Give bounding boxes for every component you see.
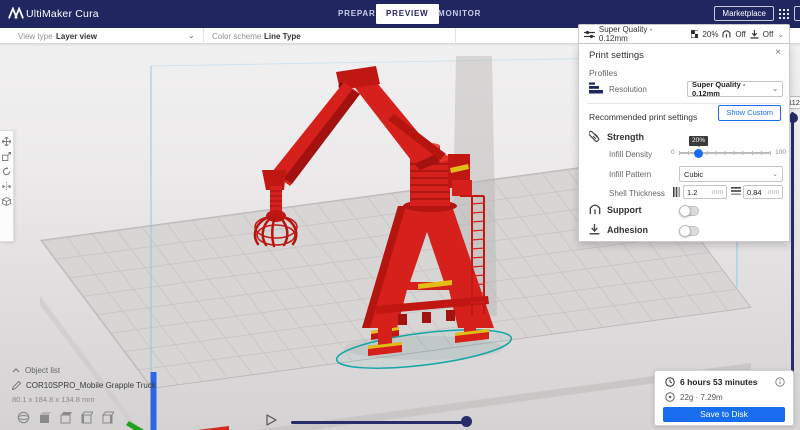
view-front-button[interactable] — [37, 410, 52, 425]
top-bottom-thickness-input[interactable]: 0.84 mm — [743, 185, 783, 199]
color-scheme-dropdown[interactable]: Line Type — [264, 32, 301, 41]
infill-pattern-label: Infill Pattern — [609, 170, 652, 179]
print-settings-summary-button[interactable]: Super Quality - 0.12mm 20% Off Off ⌄ — [578, 24, 790, 44]
simulation-slider-handle[interactable] — [461, 416, 472, 427]
strength-screw-icon — [589, 130, 600, 142]
object-list-toggle[interactable]: Object list — [12, 366, 156, 375]
model-dimensions: 80.1 x 184.8 x 134.8 mm — [12, 395, 95, 404]
play-button[interactable] — [264, 413, 278, 427]
mirror-tool-icon[interactable] — [2, 182, 11, 191]
summary-adhesion: Off — [762, 29, 774, 39]
recommended-label: Recommended print settings — [589, 112, 698, 122]
show-custom-button[interactable]: Show Custom — [718, 105, 781, 121]
adhesion-section-label: Adhesion — [607, 225, 649, 235]
chevron-up-icon — [12, 368, 20, 373]
support-toggle[interactable] — [679, 205, 699, 217]
move-tool-icon[interactable] — [2, 137, 11, 146]
view-type-label: View type — [18, 32, 53, 41]
infill-icon — [690, 30, 699, 38]
model-tools-strip — [0, 130, 14, 242]
slider-min-label: 0 — [671, 149, 675, 156]
view-right-button[interactable] — [100, 410, 115, 425]
x-axis-indicator — [197, 426, 229, 430]
view-3d-button[interactable] — [16, 410, 31, 425]
save-to-disk-button[interactable]: Save to Disk — [663, 407, 785, 422]
resolution-dropdown[interactable]: Super Quality - 0.12mm ⌄ — [687, 80, 783, 98]
scale-tool-icon[interactable] — [2, 152, 11, 161]
model-name: COR10SPRO_Mobile Grapple Truck — [26, 381, 156, 390]
wall-thickness-input[interactable]: 1.2 mm — [683, 185, 727, 199]
resolution-layers-icon — [589, 82, 603, 94]
print-job-panel: 6 hours 53 minutes 22g · 7.29m Save to D… — [654, 370, 794, 426]
wall-thickness-icon — [673, 187, 680, 197]
slider-handle[interactable] — [694, 148, 703, 158]
sign-in-button[interactable]: Sign in — [794, 6, 800, 21]
adhesion-icon — [750, 29, 759, 39]
slider-max-label: 100 — [775, 149, 786, 156]
adhesion-icon — [589, 224, 600, 235]
chevron-down-icon: ⌄ — [777, 29, 785, 39]
camera-view-buttons — [16, 410, 115, 425]
panel-title: Print settings — [589, 50, 644, 61]
cura-window: UltiMaker Cura PREPARE PREVIEW MONITOR M… — [0, 0, 800, 430]
chevron-down-icon: ⌄ — [188, 31, 195, 40]
print-settings-panel: Print settings × Profiles Resolution Sup… — [578, 44, 790, 242]
shell-thickness-label: Shell Thickness — [609, 189, 665, 198]
chevron-down-icon: ⌄ — [772, 86, 778, 93]
object-list-item[interactable]: COR10SPRO_Mobile Grapple Truck — [12, 381, 156, 390]
app-title: UltiMaker Cura — [26, 8, 99, 20]
strength-section-label: Strength — [607, 132, 644, 142]
y-axis-indicator — [126, 421, 145, 430]
simulation-slider-track[interactable] — [291, 421, 467, 424]
infill-pattern-dropdown[interactable]: Cubic ⌄ — [679, 166, 783, 182]
marketplace-button[interactable]: Marketplace — [714, 6, 774, 21]
info-icon[interactable] — [775, 377, 785, 387]
view-top-button[interactable] — [58, 410, 73, 425]
object-list: Object list COR10SPRO_Mobile Grapple Tru… — [12, 366, 156, 404]
tab-monitor[interactable]: MONITOR — [428, 0, 491, 28]
summary-profile: Super Quality - 0.12mm — [598, 25, 653, 43]
infill-density-slider[interactable]: 0 100 20% — [671, 136, 786, 159]
color-scheme-label: Color scheme — [212, 32, 262, 41]
summary-support: Off — [735, 29, 746, 39]
material-usage-estimate: 22g · 7.29m — [680, 392, 723, 402]
infill-density-label: Infill Density — [609, 150, 653, 159]
support-icon — [722, 30, 731, 38]
apps-grid-icon[interactable] — [778, 8, 790, 20]
per-model-settings-icon[interactable] — [2, 197, 11, 206]
print-time-estimate: 6 hours 53 minutes — [680, 377, 758, 387]
clock-icon — [665, 377, 675, 387]
top-bottom-thickness-icon — [731, 187, 741, 195]
resolution-label: Resolution — [609, 85, 647, 94]
view-type-dropdown[interactable]: Layer view — [56, 32, 97, 41]
material-spool-icon — [665, 392, 675, 402]
ultimaker-logo-icon — [8, 7, 24, 19]
rotate-tool-icon[interactable] — [2, 167, 11, 176]
support-icon — [589, 204, 601, 215]
view-left-button[interactable] — [79, 410, 94, 425]
close-icon[interactable]: × — [775, 47, 781, 58]
density-tooltip: 20% — [689, 136, 709, 147]
support-section-label: Support — [607, 205, 642, 215]
sliders-icon — [584, 30, 595, 38]
profiles-label: Profiles — [589, 68, 618, 78]
pencil-icon — [12, 381, 21, 390]
summary-infill: 20% — [702, 29, 719, 39]
adhesion-toggle[interactable] — [679, 225, 699, 237]
chevron-down-icon: ⌄ — [772, 171, 778, 178]
